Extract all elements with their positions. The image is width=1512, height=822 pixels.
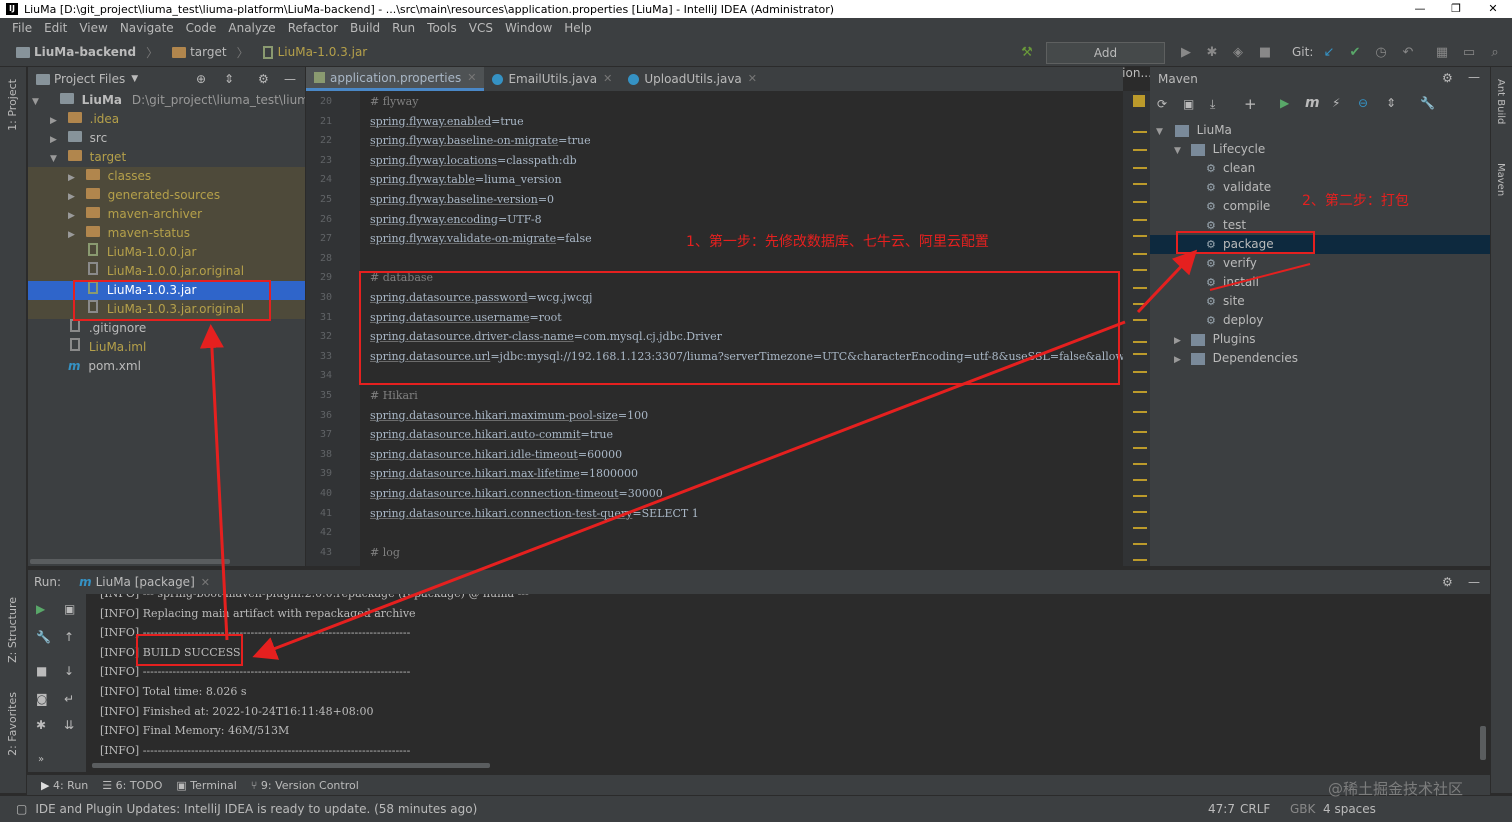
arrow-step2-line — [1209, 263, 1311, 291]
arrow-to-package — [1136, 249, 1198, 314]
annotation-arrows — [199, 249, 1311, 660]
arrow-to-build-success — [252, 320, 1126, 660]
arrow-to-jar — [199, 324, 229, 641]
